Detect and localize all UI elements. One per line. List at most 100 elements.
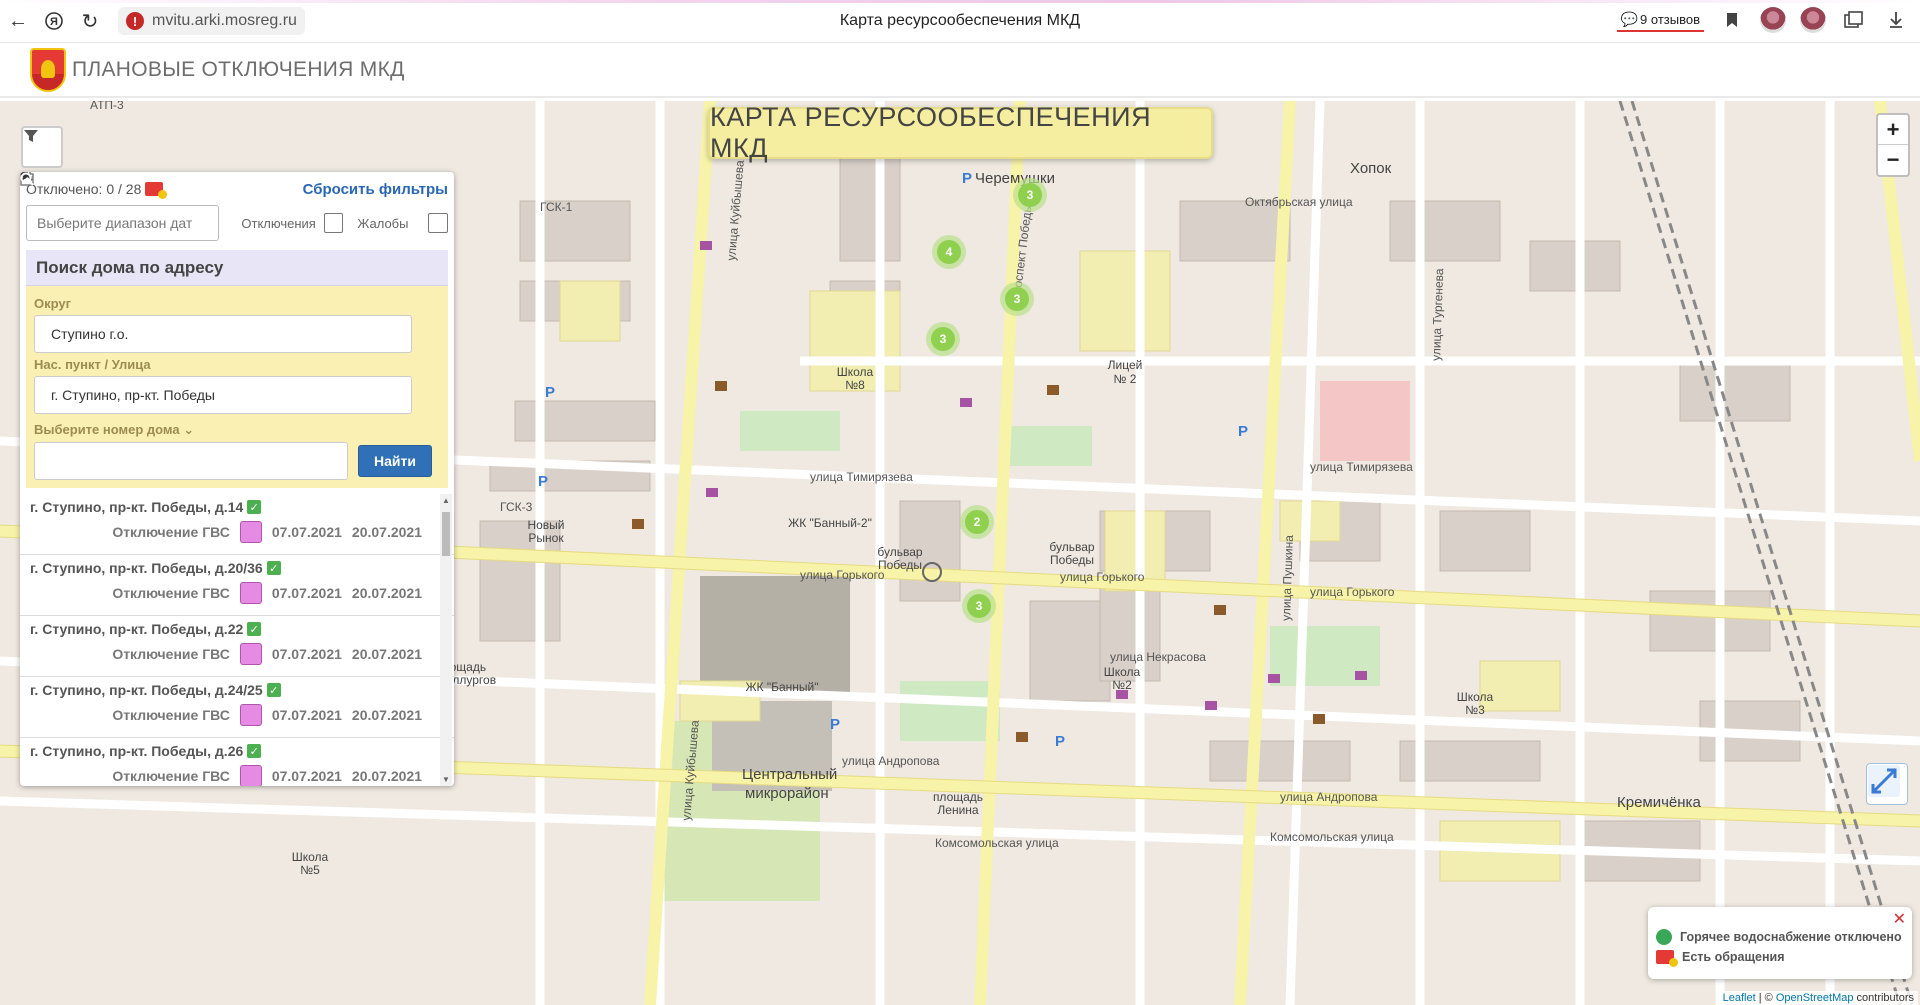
close-icon[interactable]: ✕ (1893, 909, 1906, 929)
outages-checkbox-label: Отключения (241, 215, 316, 231)
back-icon[interactable]: ← (0, 3, 36, 39)
cluster-marker[interactable]: 3 (962, 589, 996, 623)
cluster-marker[interactable]: 3 (926, 322, 960, 356)
map-label: ЖК "Банный" (745, 680, 818, 694)
search-icon (20, 172, 34, 186)
filter-toggle-button[interactable] (21, 126, 63, 168)
svg-text:P: P (538, 473, 548, 490)
result-address: г. Ступино, пр-кт. Победы, д.22 (30, 621, 244, 637)
house-number-input[interactable] (34, 442, 348, 480)
svg-text:P: P (545, 384, 555, 401)
scroll-thumb[interactable] (442, 512, 450, 556)
map-title: КАРТА РЕСУРСООБЕСПЕЧЕНИЯ МКД (708, 102, 1213, 163)
results-scrollbar[interactable]: ▲ ▼ (440, 494, 452, 786)
outages-checkbox[interactable] (323, 213, 344, 233)
fullscreen-button[interactable] (1866, 763, 1908, 805)
filter-panel: Отключено: 0 / 28 Сбросить фильтры Выбер… (20, 172, 454, 786)
map-label: Лицей (1108, 358, 1143, 372)
chevron-down-icon: ⌄ (183, 422, 195, 437)
cluster-marker[interactable]: 3 (1000, 282, 1034, 316)
legend-row-complaints: Есть обращения (1656, 947, 1912, 967)
street-label: улица Некрасова (1110, 650, 1206, 664)
svg-text:3: 3 (1027, 188, 1034, 202)
svg-text:P: P (830, 716, 840, 733)
map-label: Рынок (528, 531, 564, 545)
result-address: г. Ступино, пр-кт. Победы, д.20/36 (30, 560, 263, 576)
bookmark-icon[interactable] (1718, 6, 1746, 34)
result-from: 07.07.2021 (271, 768, 342, 784)
speech-bubble-icon: 💬 (1620, 10, 1639, 27)
map-label: Ленина (937, 803, 979, 817)
map-label: №5 (300, 863, 320, 877)
street-select[interactable]: г. Ступино, пр-кт. Победы (20, 172, 412, 414)
osm-link[interactable]: OpenStreetMap (1776, 992, 1854, 1004)
legend-complaints: Есть обращения (1682, 950, 1785, 964)
street-label: улица Горького (1310, 585, 1395, 599)
profile-avatar-icon[interactable] (1800, 7, 1826, 33)
result-type: Отключение ГВС (112, 768, 230, 784)
street-label: улица Тимирязева (810, 470, 913, 484)
list-item[interactable]: г. Ступино, пр-кт. Победы, д.22 ✓ Отключе… (20, 616, 454, 677)
okrug-select[interactable]: Ступино г.о. (20, 173, 412, 353)
list-item[interactable]: г. Ступино, пр-кт. Победы, д.24/25 ✓ Откл… (20, 677, 454, 738)
svg-text:P: P (1238, 423, 1248, 440)
address-search-title: Поиск дома по адресу (36, 257, 224, 277)
result-type: Отключение ГВС (112, 524, 230, 540)
attribution-sep: | © (1755, 992, 1776, 1004)
result-to: 20.07.2021 (351, 646, 422, 662)
map-label: Школа (292, 850, 329, 864)
map-label: ГСК-3 (500, 500, 533, 514)
map-label: площадь (933, 790, 983, 804)
cluster-marker[interactable]: 2 (960, 505, 994, 539)
street-label: улица Горького (1060, 570, 1145, 584)
complaints-checkbox[interactable] (428, 213, 449, 233)
house-number-label[interactable]: Выберите номер дома ⌄ (34, 422, 444, 438)
cluster-marker[interactable]: 4 (932, 235, 966, 269)
find-row: Найти (20, 172, 444, 480)
map[interactable]: улица Тимирязева улица Тимирязева улица … (0, 101, 1920, 1005)
date-range-input[interactable]: Выберите диапазон дат (20, 172, 220, 241)
result-address: г. Ступино, пр-кт. Победы, д.26 (30, 743, 244, 759)
security-warning-icon[interactable]: ! (126, 12, 144, 30)
zoom-in-button[interactable]: + (1878, 115, 1908, 145)
list-item[interactable]: г. Ступино, пр-кт. Победы, д.20/36 ✓ Откл… (20, 555, 454, 616)
map-label: Школа (1457, 690, 1494, 704)
hot-water-icon (239, 704, 262, 726)
yandex-icon[interactable]: Я (36, 3, 72, 39)
extension-avatar-icon[interactable] (1760, 7, 1786, 33)
zoom-control: + − (1876, 113, 1910, 177)
list-item[interactable]: г. Ступино, пр-кт. Победы, д.14 ✓ Отключе… (20, 494, 454, 555)
scroll-up-icon[interactable]: ▲ (442, 496, 450, 505)
address-search-header[interactable]: Поиск дома по адресу (21, 173, 448, 286)
reload-icon[interactable]: ↻ (72, 3, 108, 39)
map-label: №8 (845, 378, 865, 392)
map-attribution: Leaflet | © OpenStreetMap contributors (1718, 991, 1918, 1005)
hot-water-icon (239, 643, 262, 665)
cluster-marker[interactable]: 3 (1013, 178, 1047, 212)
scroll-down-icon[interactable]: ▼ (442, 775, 450, 784)
svg-text:3: 3 (940, 332, 947, 346)
svg-text:4: 4 (946, 245, 953, 259)
reset-filters-link[interactable]: Сбросить фильтры (303, 181, 448, 198)
address-search-body: Округ Ступино г.о. Нас. пункт / Улица г.… (20, 172, 448, 488)
map-label: бульвар (877, 545, 923, 559)
collections-icon[interactable] (1840, 6, 1868, 34)
svg-text:Я: Я (50, 16, 58, 28)
expand-arrows-icon (1868, 765, 1900, 797)
map-label: № 2 (1114, 372, 1137, 386)
reviews-badge[interactable]: 💬 9 отзывов (1616, 9, 1704, 32)
find-button[interactable]: Найти (20, 172, 432, 477)
off-count: Отключено: 0 / 28 (26, 181, 168, 199)
zoom-out-button[interactable]: − (1878, 145, 1908, 175)
checkmark-icon: ✓ (247, 744, 262, 758)
hot-water-icon (239, 765, 262, 786)
map-label: Победы (878, 558, 922, 572)
result-to: 20.07.2021 (351, 707, 422, 723)
result-from: 07.07.2021 (271, 646, 342, 662)
address-bar[interactable]: ! mvitu.arki.mosreg.ru (118, 7, 305, 35)
result-from: 07.07.2021 (271, 585, 342, 601)
list-item[interactable]: г. Ступино, пр-кт. Победы, д.26 ✓ Отключе… (20, 738, 454, 786)
map-label: бульвар (1049, 540, 1095, 554)
leaflet-link[interactable]: Leaflet (1723, 992, 1756, 1004)
download-icon[interactable] (1882, 6, 1910, 34)
